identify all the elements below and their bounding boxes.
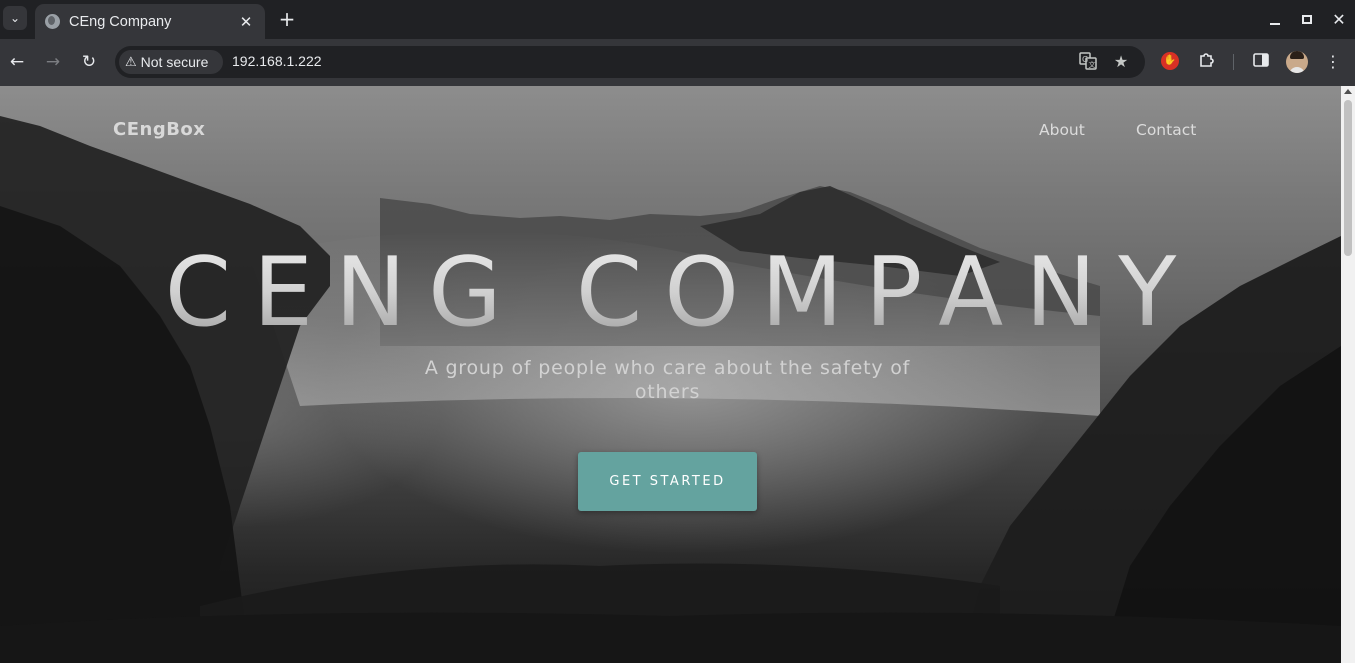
window-controls: ✕ [1259,0,1355,39]
nav-link-contact[interactable]: Contact [1136,121,1196,139]
forward-button[interactable]: → [39,49,67,75]
translate-icon[interactable]: G 文 [1077,52,1099,72]
globe-icon [45,14,60,29]
warning-icon: ⚠ [125,54,137,69]
page-viewport: CEngBox About Contact CENG COMPANY A gro… [0,86,1341,663]
tab-strip: ⌄ CEng Company ✕ + ✕ [0,0,1355,39]
new-tab-button[interactable]: + [276,7,298,31]
side-panel-icon[interactable] [1250,51,1272,73]
bookmark-star-icon[interactable]: ★ [1110,52,1132,72]
reload-button[interactable]: ↻ [75,49,103,75]
hero-subtitle: A group of people who care about the saf… [424,357,911,403]
toolbar-separator [1233,54,1234,70]
brand-logo[interactable]: CEngBox [113,119,205,140]
hero-title: CENG COMPANY [0,238,1341,348]
get-started-button[interactable]: GET STARTED [578,452,757,511]
translate-icon-svg: G 文 [1079,52,1097,70]
profile-avatar[interactable] [1286,51,1308,73]
close-window-button[interactable]: ✕ [1323,0,1355,39]
minimize-icon [1270,22,1280,25]
svg-text:G: G [1082,55,1088,64]
page-scrollbar[interactable] [1341,86,1355,663]
security-label: Not secure [140,54,209,70]
browser-toolbar: ← → ↻ ⚠ Not secure 192.168.1.222 G 文 ★ ✋ [0,39,1355,86]
scroll-up-arrow-icon[interactable] [1344,89,1352,94]
address-bar[interactable]: ⚠ Not secure 192.168.1.222 G 文 ★ [115,46,1145,78]
scrollbar-thumb[interactable] [1344,100,1352,256]
chevron-down-icon: ⌄ [9,11,21,25]
kebab-menu-icon[interactable]: ⋮ [1322,51,1344,73]
security-chip[interactable]: ⚠ Not secure [119,50,223,74]
maximize-button[interactable] [1291,0,1323,39]
nav-link-about[interactable]: About [1039,121,1085,139]
side-panel-icon-svg [1253,53,1269,67]
maximize-icon [1302,15,1312,24]
minimize-button[interactable] [1259,0,1291,39]
tab-ceng-company[interactable]: CEng Company ✕ [35,4,265,39]
extensions-puzzle-icon[interactable] [1196,51,1218,73]
svg-text:文: 文 [1089,60,1096,69]
extension-red-icon[interactable]: ✋ [1161,52,1179,70]
puzzle-icon-svg [1200,53,1214,67]
back-button[interactable]: ← [3,49,31,75]
url-text[interactable]: 192.168.1.222 [232,53,322,69]
tab-title: CEng Company [69,13,172,30]
close-tab-icon[interactable]: ✕ [237,13,255,31]
tab-search-button[interactable]: ⌄ [3,6,27,30]
